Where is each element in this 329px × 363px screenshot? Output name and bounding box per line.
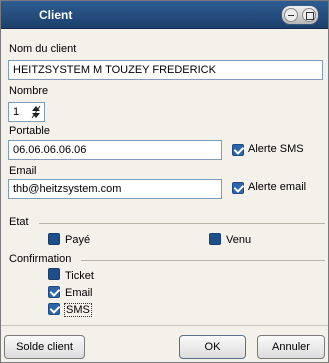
paye-checkbox[interactable] xyxy=(48,233,60,245)
client-dialog: Client Nom du client HEITZSYSTEM M TOUZE… xyxy=(0,0,329,363)
maximize-icon[interactable] xyxy=(302,8,316,22)
etat-group-label: Etat xyxy=(9,216,31,228)
sms-confirmation-label[interactable]: SMS xyxy=(64,303,92,317)
nombre-spinner[interactable]: 1 xyxy=(8,102,45,122)
annuler-button[interactable]: Annuler xyxy=(257,335,325,359)
paye-label[interactable]: Payé xyxy=(65,234,90,246)
email-field[interactable]: thb@heitzsystem.com xyxy=(8,179,222,199)
email-value: thb@heitzsystem.com xyxy=(13,183,122,195)
bottom-divider xyxy=(1,325,328,326)
ok-button[interactable]: OK xyxy=(179,335,246,359)
email-confirmation-checkbox[interactable] xyxy=(48,286,60,298)
window-title: Client xyxy=(39,8,73,22)
portable-label: Portable xyxy=(9,125,50,137)
alerte-email-checkbox[interactable] xyxy=(232,182,244,194)
nombre-label: Nombre xyxy=(9,85,49,97)
nom-client-field[interactable]: HEITZSYSTEM M TOUZEY FREDERICK xyxy=(8,60,323,80)
alerte-sms-checkbox[interactable] xyxy=(232,144,244,156)
solde-client-button[interactable]: Solde client xyxy=(4,335,85,359)
email-label: Email xyxy=(9,165,37,177)
email-confirmation-label[interactable]: Email xyxy=(65,287,93,299)
ticket-checkbox[interactable] xyxy=(48,268,60,280)
nombre-value: 1 xyxy=(13,106,20,118)
venu-checkbox[interactable] xyxy=(209,233,221,245)
venu-label[interactable]: Venu xyxy=(226,234,251,246)
title-bar[interactable]: Client xyxy=(1,1,328,29)
alerte-email-label[interactable]: Alerte email xyxy=(248,181,306,193)
confirmation-group-line xyxy=(81,260,325,261)
up-down-arrows-icon[interactable] xyxy=(30,105,42,119)
confirmation-group-label: Confirmation xyxy=(9,253,74,265)
portable-field[interactable]: 06.06.06.06.06 xyxy=(8,140,222,160)
minimize-icon[interactable] xyxy=(284,8,298,22)
ticket-label[interactable]: Ticket xyxy=(65,270,94,282)
window-controls xyxy=(281,5,319,25)
portable-value: 06.06.06.06.06 xyxy=(13,144,87,156)
etat-group-line xyxy=(39,223,325,224)
nom-client-value: HEITZSYSTEM M TOUZEY FREDERICK xyxy=(13,64,216,76)
alerte-sms-label[interactable]: Alerte SMS xyxy=(248,143,304,155)
sms-confirmation-checkbox[interactable] xyxy=(48,303,60,315)
nom-client-label: Nom du client xyxy=(9,43,77,55)
